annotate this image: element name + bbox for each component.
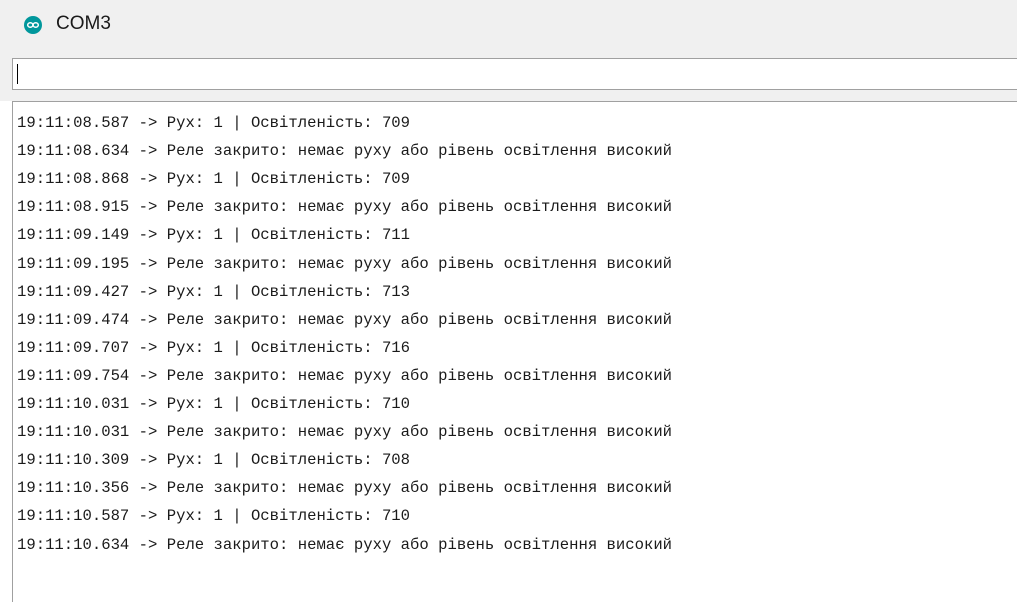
text-caret [17, 64, 18, 84]
log-line: 19:11:08.587 -> Рух: 1 | Освітленість: 7… [17, 114, 411, 132]
log-line: 19:11:09.195 -> Реле закрито: немає руху… [17, 254, 673, 273]
log-line: 19:11:08.634 -> Реле закрито: немає руху… [17, 142, 673, 161]
send-input[interactable] [12, 58, 1017, 90]
log-line: 19:11:09.427 -> Рух: 1 | Освітленість: 7… [17, 282, 411, 301]
log-line: 19:11:10.309 -> Рух: 1 | Освітленість: 7… [17, 451, 411, 470]
title-bar[interactable]: COM3 [0, 0, 1017, 52]
log-line: 19:11:10.634 -> Реле закрито: немає руху… [17, 535, 673, 554]
log-line: 19:11:09.754 -> Реле закрито: немає руху… [17, 366, 673, 385]
log-line: 19:11:10.031 -> Рух: 1 | Освітленість: 7… [17, 395, 411, 413]
log-line: 19:11:10.356 -> Реле закрито: немає руху… [17, 479, 673, 498]
log-line: 19:11:10.587 -> Рух: 1 | Освітленість: 7… [17, 507, 411, 526]
log-line: 19:11:09.707 -> Рух: 1 | Освітленість: 7… [17, 338, 411, 357]
log-line: 19:11:10.031 -> Реле закрито: немає руху… [17, 423, 673, 442]
arduino-infinity-icon [24, 16, 42, 34]
serial-monitor-window: COM3 19:11:08.587 -> Рух: 1 | Освітленіс… [0, 0, 1017, 602]
window-title: COM3 [56, 13, 111, 34]
log-line: 19:11:08.915 -> Реле закрито: немає руху… [17, 198, 673, 217]
send-bar [0, 52, 1017, 101]
log-line: 19:11:09.474 -> Реле закрито: немає руху… [17, 310, 673, 329]
log-line: 19:11:08.868 -> Рух: 1 | Освітленість: 7… [17, 170, 411, 189]
serial-output[interactable]: 19:11:08.587 -> Рух: 1 | Освітленість: 7… [12, 101, 1017, 602]
log-line: 19:11:09.149 -> Рух: 1 | Освітленість: 7… [17, 226, 411, 245]
